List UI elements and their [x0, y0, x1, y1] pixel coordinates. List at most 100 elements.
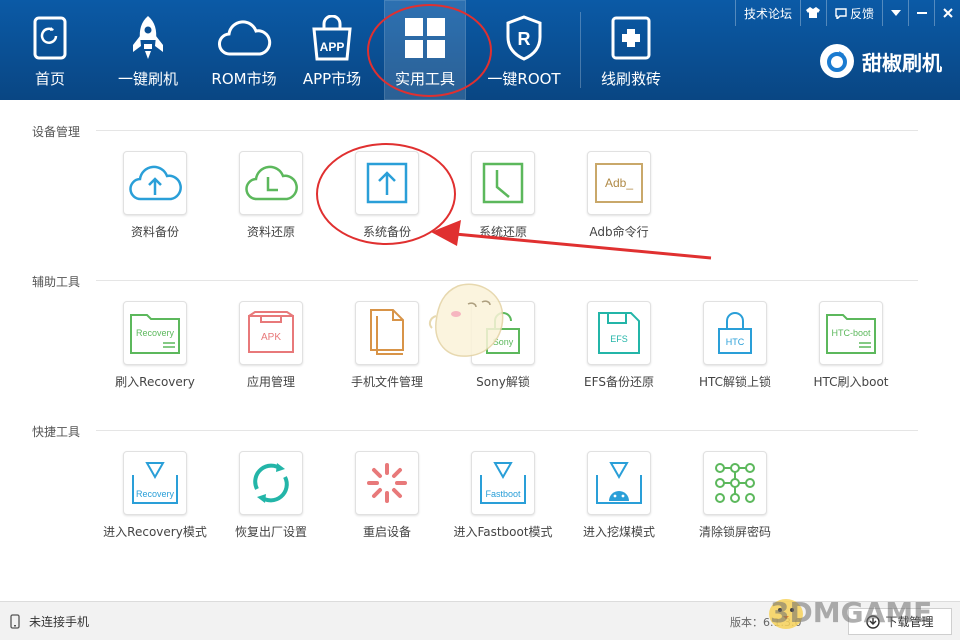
menu-button[interactable] [882, 0, 908, 26]
tool-enter-fastboot[interactable]: Fastboot 进入Fastboot模式 [448, 451, 558, 540]
nav-divider [580, 12, 581, 88]
android-download-icon [587, 451, 651, 515]
adb-terminal-icon: Adb_ [587, 151, 651, 215]
mascot-decoration-icon [428, 283, 504, 357]
nav-one-click-root[interactable]: R 一键ROOT [482, 0, 566, 100]
phone-icon [10, 614, 20, 629]
nav-label: 首页 [34, 70, 65, 88]
app-badge-text: APP [320, 40, 345, 54]
nav-label: APP市场 [302, 70, 362, 88]
shopping-bag-icon: APP [304, 14, 360, 62]
tool-label: 应用管理 [246, 375, 295, 389]
factory-reset-icon [239, 451, 303, 515]
pepper-logo-icon [820, 44, 854, 78]
tool-htc-boot[interactable]: HTC-boot HTC刷入boot [796, 301, 906, 390]
root-badge-text: R [518, 29, 531, 49]
skin-button[interactable] [799, 0, 826, 26]
recovery-folder-icon: Recovery [123, 301, 187, 365]
tool-label: 恢复出厂设置 [234, 525, 307, 539]
section-title-quick: 快捷工具 [32, 425, 81, 439]
cloud-upload-icon [123, 151, 187, 215]
reboot-spinner-icon [355, 451, 419, 515]
tool-factory-reset[interactable]: 恢复出厂设置 [216, 451, 326, 540]
tool-label: Sony解锁 [476, 375, 530, 389]
pattern-lock-icon [703, 451, 767, 515]
svg-text:Recovery: Recovery [136, 489, 175, 499]
tool-app-manage[interactable]: APK 应用管理 [216, 301, 326, 390]
close-button[interactable] [934, 0, 960, 26]
files-icon [355, 301, 419, 365]
svg-text:EFS: EFS [610, 334, 628, 344]
connection-status: 未连接手机 [10, 613, 89, 630]
section-divider [96, 430, 918, 431]
annotation-arrow-icon [431, 220, 712, 260]
annotation-circle-tools-tab [367, 4, 492, 97]
title-bar-controls: 技术论坛 反馈 [734, 0, 960, 26]
minimize-button[interactable] [908, 0, 934, 26]
box-clock-icon [471, 151, 535, 215]
feedback-button[interactable]: 反馈 [825, 0, 882, 26]
tool-reboot[interactable]: 重启设备 [332, 451, 442, 540]
tool-enter-recovery[interactable]: Recovery 进入Recovery模式 [100, 451, 210, 540]
svg-text:HTC: HTC [726, 337, 745, 347]
htc-lock-icon: HTC [703, 301, 767, 365]
tool-file-manager[interactable]: 手机文件管理 [332, 301, 442, 390]
nav-label: ROM市场 [211, 70, 277, 88]
efs-disk-icon: EFS [587, 301, 651, 365]
nav-label: 一键刷机 [117, 70, 178, 88]
forum-link[interactable]: 技术论坛 [734, 0, 800, 26]
tool-label: 资料备份 [130, 225, 179, 239]
feedback-label: 反馈 [849, 6, 874, 21]
close-icon [942, 8, 953, 18]
cloud-clock-icon [239, 151, 303, 215]
tool-label: HTC解锁上锁 [698, 375, 772, 389]
nav-rom-market[interactable]: ROM市场 [198, 0, 290, 100]
tool-label: HTC刷入boot [813, 375, 889, 389]
tool-data-backup[interactable]: 资料备份 [100, 151, 210, 240]
speech-bubble-icon [835, 7, 847, 19]
nav-one-click-flash[interactable]: 一键刷机 [108, 0, 188, 100]
svg-text:Fastboot: Fastboot [485, 489, 521, 499]
svg-text:HTC-boot: HTC-boot [831, 328, 871, 338]
tool-label: 进入挖煤模式 [582, 525, 655, 539]
tool-label: 手机文件管理 [350, 375, 423, 389]
section-divider [96, 130, 918, 131]
shield-r-icon: R [496, 14, 552, 62]
rocket-icon [120, 14, 176, 62]
tool-label: 进入Recovery模式 [103, 525, 207, 539]
tool-data-restore[interactable]: 资料还原 [216, 151, 326, 240]
nav-home[interactable]: 首页 [18, 0, 82, 100]
nav-label: 线刷救砖 [600, 70, 661, 88]
adb-tile-text: Adb_ [595, 163, 643, 203]
tool-label: 资料还原 [246, 225, 295, 239]
tool-label: EFS备份还原 [584, 375, 654, 389]
first-aid-icon [603, 14, 659, 62]
tool-htc-lock[interactable]: HTC HTC解锁上锁 [680, 301, 790, 390]
nav-unbrick[interactable]: 线刷救砖 [594, 0, 668, 100]
htc-boot-folder-icon: HTC-boot [819, 301, 883, 365]
apk-tray-icon: APK [239, 301, 303, 365]
tool-flash-recovery[interactable]: Recovery 刷入Recovery [100, 301, 210, 390]
fastboot-mode-icon: Fastboot [471, 451, 535, 515]
tool-label: 重启设备 [362, 525, 411, 539]
tshirt-icon [806, 7, 821, 18]
chevron-down-icon [890, 10, 901, 16]
svg-text:Recovery: Recovery [136, 328, 175, 338]
tool-label: 清除锁屏密码 [698, 525, 771, 539]
watermark-text: 3DMGAME [770, 596, 933, 629]
cloud-icon [216, 14, 272, 62]
tool-label: 进入Fastboot模式 [453, 525, 553, 539]
recovery-mode-icon: Recovery [123, 451, 187, 515]
phone-refresh-icon [22, 14, 78, 62]
svg-text:APK: APK [261, 332, 281, 343]
app-window: 首页 一键刷机 ROM市场 APP APP市场 实用工具 R 一键ROOT 线刷… [0, 0, 960, 640]
connection-status-text: 未连接手机 [29, 615, 90, 629]
tool-enter-download[interactable]: 进入挖煤模式 [564, 451, 674, 540]
tool-clear-lock[interactable]: 清除锁屏密码 [680, 451, 790, 540]
minimize-icon [916, 12, 927, 14]
section-title-auxiliary: 辅助工具 [32, 275, 81, 289]
nav-app-market[interactable]: APP APP市场 [294, 0, 370, 100]
nav-label: 一键ROOT [487, 70, 561, 88]
tool-efs-backup[interactable]: EFS EFS备份还原 [564, 301, 674, 390]
tool-label: 刷入Recovery [115, 375, 195, 389]
